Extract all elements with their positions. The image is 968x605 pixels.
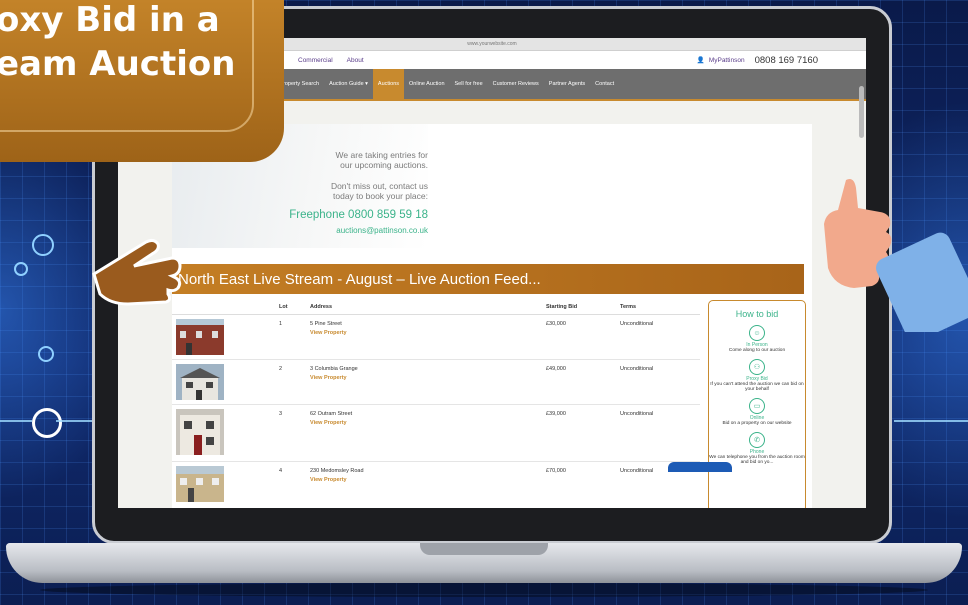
nav-commercial[interactable]: Commercial xyxy=(298,57,333,64)
deco-circle xyxy=(14,262,28,276)
table-row[interactable]: 4 230 Medomsley Road View Property £70,00… xyxy=(172,462,700,506)
property-address: 3 Columbia Grange xyxy=(310,366,358,372)
header-terms: Terms xyxy=(620,304,637,310)
property-address: 5 Pine Street xyxy=(310,321,342,327)
header-lot: Lot xyxy=(279,304,288,310)
property-photo[interactable] xyxy=(176,364,224,400)
menu-contact[interactable]: Contact xyxy=(590,69,619,99)
feed-title-bar: North East Live Stream - August – Live A… xyxy=(172,264,804,294)
banner-line: today to book your place: xyxy=(333,191,428,201)
menu-partner-agents[interactable]: Partner Agents xyxy=(544,69,590,99)
starting-bid: £30,000 xyxy=(546,321,566,327)
address-cell: 3 Columbia Grange View Property xyxy=(310,366,358,381)
how-to-bid-title: How to bid xyxy=(735,309,779,319)
phone-number[interactable]: 0808 169 7160 xyxy=(755,55,818,66)
property-photo[interactable] xyxy=(176,319,224,355)
header-starting-bid: Starting Bid xyxy=(546,304,578,310)
banner-line: our upcoming auctions. xyxy=(340,160,428,170)
table-row[interactable]: 3 62 Outram Street View Property £39,000 … xyxy=(172,405,700,462)
my-account-label: MyPattinson xyxy=(708,56,745,64)
property-address: 62 Outram Street xyxy=(310,411,353,417)
menu-property-search[interactable]: roperty Search xyxy=(278,69,324,99)
view-property-link[interactable]: View Property xyxy=(310,330,347,336)
person-icon: ☺ xyxy=(749,325,765,341)
phone-icon: ✆ xyxy=(749,432,765,448)
banner-line: Don't miss out, contact us xyxy=(330,181,428,191)
terms: Unconditional xyxy=(620,411,654,417)
starting-bid: £39,000 xyxy=(546,411,566,417)
bid-option-proxy[interactable]: ⚇ Proxy Bid If you can't attend the auct… xyxy=(709,359,805,392)
deco-line xyxy=(56,420,96,422)
menu-auction-guide[interactable]: Auction Guide ▾ xyxy=(324,69,373,99)
my-account-link[interactable]: 👤 MyPattinson xyxy=(696,56,745,65)
property-photo[interactable] xyxy=(176,409,224,455)
option-desc: If you can't attend the auction we can b… xyxy=(710,382,804,392)
auction-table: Lot Address Starting Bid Terms 1 5 Pine … xyxy=(172,300,700,506)
laptop-notch xyxy=(420,543,548,555)
address-cell: 5 Pine Street View Property xyxy=(310,321,347,336)
lot-number: 2 xyxy=(279,366,283,372)
page-content: We are taking entries for our upcoming a… xyxy=(172,124,812,508)
promo-line-1: oxy Bid in a xyxy=(0,0,220,40)
lot-number: 1 xyxy=(279,321,283,327)
bid-option-online[interactable]: ▭ Online Bid on a property on our websit… xyxy=(709,398,805,426)
table-row[interactable]: 1 5 Pine Street View Property £30,000 Unc… xyxy=(172,315,700,360)
terms: Unconditional xyxy=(620,366,654,372)
menu-customer-reviews[interactable]: Customer Reviews xyxy=(488,69,544,99)
terms: Unconditional xyxy=(620,468,654,474)
nav-about[interactable]: About xyxy=(347,57,364,64)
deco-circle xyxy=(38,346,54,362)
terms: Unconditional xyxy=(620,321,654,327)
lot-number: 3 xyxy=(279,411,283,417)
view-property-link[interactable]: View Property xyxy=(310,477,364,483)
auctions-email[interactable]: auctions@pattinson.co.uk xyxy=(336,226,428,235)
menu-sell-for-free[interactable]: Sell for free xyxy=(450,69,488,99)
property-address: 230 Medomsley Road xyxy=(310,468,364,474)
address-cell: 62 Outram Street View Property xyxy=(310,411,352,426)
bid-option-in-person[interactable]: ☺ In Person Come along to our auction xyxy=(709,325,805,353)
option-desc: Bid on a property on our website xyxy=(722,421,792,426)
option-desc: Come along to our auction xyxy=(728,348,786,353)
freephone-number[interactable]: Freephone 0800 859 59 18 xyxy=(289,209,428,221)
view-property-link[interactable]: View Property xyxy=(310,420,352,426)
header-address: Address xyxy=(310,304,333,310)
address-cell: 230 Medomsley Road View Property xyxy=(310,468,364,483)
feed-title: North East Live Stream - August – Live A… xyxy=(178,270,541,288)
table-row[interactable]: 2 3 Columbia Grange View Property £49,000… xyxy=(172,360,700,405)
starting-bid: £70,000 xyxy=(546,468,566,474)
menu-auctions[interactable]: Auctions xyxy=(372,69,405,99)
lot-number: 4 xyxy=(279,468,283,474)
promo-line-2: eam Auction xyxy=(0,44,236,84)
deco-line xyxy=(894,420,968,422)
deco-circle xyxy=(32,234,54,256)
url-text: www.yourwebsite.com xyxy=(467,41,517,47)
chat-widget-tab[interactable] xyxy=(668,462,732,472)
proxy-icon: ⚇ xyxy=(749,359,765,375)
table-header: Lot Address Starting Bid Terms xyxy=(172,300,700,315)
how-to-bid-panel: How to bid ☺ In Person Come along to our… xyxy=(708,300,806,508)
deco-line xyxy=(0,420,32,422)
view-property-link[interactable]: View Property xyxy=(310,375,358,381)
bid-option-phone[interactable]: ✆ Phone We can telephone you from the au… xyxy=(709,432,805,465)
pointing-hand-icon xyxy=(92,238,182,306)
online-icon: ▭ xyxy=(749,398,765,414)
thumbs-up-hand-icon xyxy=(824,179,968,332)
promo-title-card: oxy Bid in a eam Auction xyxy=(0,0,284,162)
user-icon: 👤 xyxy=(696,57,705,64)
laptop-shadow xyxy=(40,583,928,597)
starting-bid: £49,000 xyxy=(546,366,566,372)
deco-circle xyxy=(32,408,62,438)
scrollbar[interactable] xyxy=(859,86,864,138)
property-photo[interactable] xyxy=(176,466,224,502)
menu-online-auction[interactable]: Online Auction xyxy=(404,69,449,99)
